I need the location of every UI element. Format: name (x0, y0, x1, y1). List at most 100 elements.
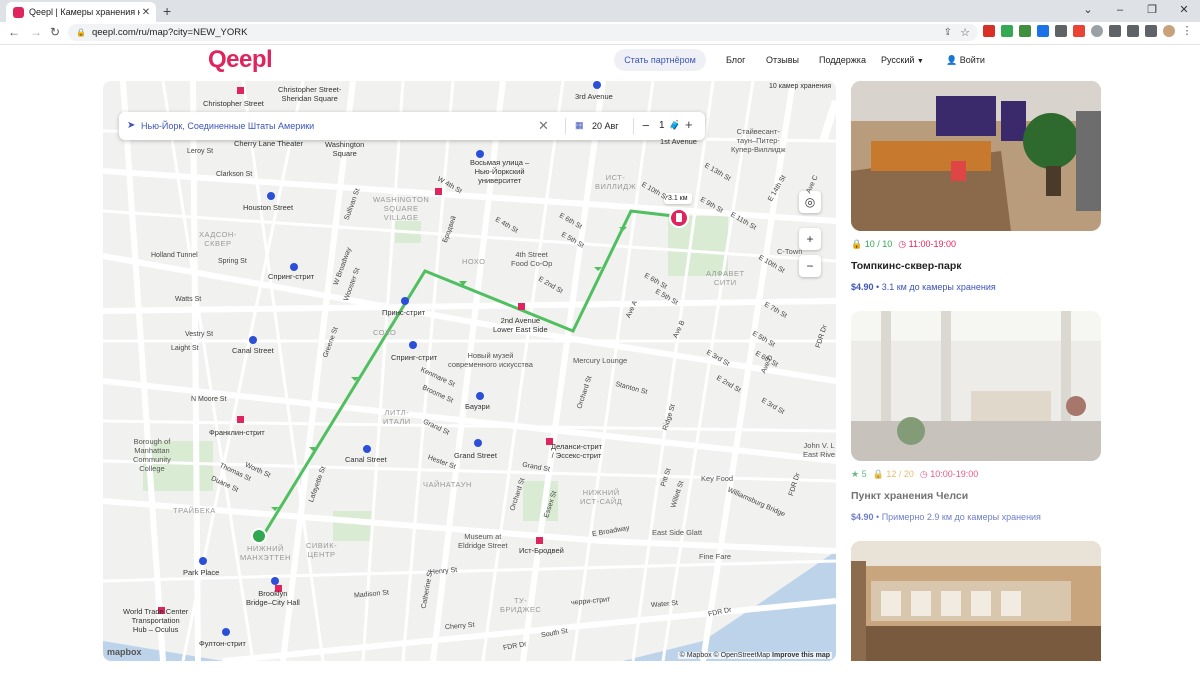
listing-card[interactable] (851, 541, 1101, 661)
become-partner-button[interactable]: Стать партнёром (614, 49, 706, 71)
map-label: АЛФАВЕТ СИТИ (706, 269, 745, 287)
map-label: Borough of Manhattan Community College (133, 437, 171, 473)
qeepl-favicon-icon (13, 6, 24, 18)
listing-photo[interactable] (851, 81, 1101, 231)
close-window-icon[interactable]: ✕ (1168, 0, 1200, 20)
date-picker[interactable]: 20 Авг (592, 121, 619, 131)
map-label: Принс-стрит (382, 308, 426, 317)
star-icon: ★ (851, 469, 860, 479)
crosshair-icon: ◎ (804, 195, 816, 209)
login-button[interactable]: 👤 Войти (946, 55, 985, 66)
decrease-bags-button[interactable]: − (642, 118, 650, 133)
listing-photo[interactable] (851, 311, 1101, 461)
map-label: World Trade Center Transportation Hub – … (123, 607, 189, 634)
map[interactable]: 10 камер хранения ➤ Нью-Йорк, Соединенны… (103, 81, 836, 661)
map-label: Christopher Street (203, 99, 264, 108)
browser-menu-icon[interactable]: ⋮ (1181, 25, 1193, 37)
map-label: Mercury Lounge (573, 356, 628, 365)
map-label: Houston Street (243, 203, 294, 212)
map-label: Canal Street (345, 455, 387, 464)
nav-blog-link[interactable]: Блог (726, 55, 745, 65)
extension-icon[interactable] (1055, 25, 1067, 37)
browser-tab[interactable]: Qeepl | Камеры хранения на карте ✕ (6, 2, 156, 22)
listing-card[interactable]: 🔒 10 / 10 ◷ 11:00-19:00 Томпкинс-сквер-п… (851, 81, 1101, 292)
back-icon[interactable]: ← (8, 25, 20, 39)
listing-price-line: $4.90 • Примерно 2.9 км до камеры хранен… (851, 512, 1101, 522)
reload-icon[interactable]: ↻ (50, 25, 60, 39)
map-label: Стайвесант- таун–Питер- Купер-Виллидж (731, 127, 786, 154)
locate-me-button[interactable]: ◎ (799, 191, 821, 213)
qeepl-logo[interactable]: Qeepl (208, 46, 273, 74)
map-label: Watts St (175, 296, 202, 303)
forward-icon[interactable]: → (30, 25, 42, 39)
map-label: Новый музей современного искусства (448, 351, 533, 369)
hours-text: 11:00-19:00 (908, 239, 957, 249)
map-scale-label: 10 камер хранения (769, 83, 831, 90)
listing-title[interactable]: Томпкинс-сквер-парк (851, 260, 1101, 272)
bag-icon: 🔒 (872, 469, 884, 479)
listing-photo[interactable] (851, 541, 1101, 661)
side-panel-icon[interactable] (1145, 25, 1157, 37)
extension-icon[interactable] (1037, 25, 1049, 37)
tab-close-icon[interactable]: ✕ (140, 7, 152, 18)
bookmark-star-icon[interactable]: ☆ (960, 26, 970, 39)
profile-avatar[interactable] (1163, 25, 1175, 37)
address-bar[interactable]: 🔒 qeepl.com/ru/map?city=NEW_YORK ⇪ ☆ (68, 24, 978, 41)
mapbox-logo[interactable]: mapbox (107, 647, 142, 657)
extension-icon[interactable] (1001, 25, 1013, 37)
nav-support-link[interactable]: Поддержка (819, 55, 866, 65)
map-label: Canal Street (232, 346, 274, 355)
share-icon[interactable]: ⇪ (944, 27, 952, 38)
clear-search-icon[interactable]: ✕ (538, 118, 549, 134)
language-selector[interactable]: Русский ▼ (881, 55, 924, 65)
map-label: ХАДСОН- СКВЕР (199, 230, 237, 248)
window-controls: ⌄ – ❐ ✕ (1072, 0, 1200, 20)
browser-toolbar: ← → ↻ 🔒 qeepl.com/ru/map?city=NEW_YORK ⇪… (0, 22, 1200, 45)
increase-bags-button[interactable]: + (685, 117, 693, 132)
map-label: ТУ- БРИДЖЕС (500, 596, 542, 614)
map-label: ЧАЙНАТАУН (423, 480, 472, 489)
map-attribution: © Mapbox © OpenStreetMap Improve this ma… (677, 652, 832, 659)
map-label: Спринг-стрит (391, 353, 438, 362)
map-label: Ист-Бродвей (519, 546, 564, 555)
storage-interior-image (851, 311, 1101, 461)
location-pin-icon: ➤ (127, 120, 136, 131)
user-icon: 👤 (946, 55, 958, 65)
rating-badge: 12 / 20 (886, 469, 914, 479)
gmail-extension-icon[interactable] (983, 25, 995, 37)
extensions-bar: ⋮ (983, 25, 1193, 37)
maximize-icon[interactable]: ❐ (1136, 0, 1168, 20)
address-input[interactable]: Нью-Йорк, Соединенные Штаты Америки (141, 121, 314, 131)
minimize-icon[interactable]: – (1104, 0, 1136, 20)
map-label: Grand Street (454, 451, 497, 460)
map-label: 1st Avenue (660, 137, 697, 146)
map-label: Key Food (701, 474, 734, 483)
chevron-down-icon[interactable]: ⌄ (1072, 0, 1104, 20)
extension-icon[interactable] (1073, 25, 1085, 37)
extension-icon[interactable] (1091, 25, 1103, 37)
map-label: СИВИК- ЦЕНТР (306, 541, 338, 559)
new-tab-button[interactable]: + (163, 3, 171, 19)
listing-hours: ◷ 10:00-19:00 (920, 469, 978, 480)
map-label: Fine Fare (699, 552, 732, 561)
listing-card[interactable]: ★ 5 🔒 12 / 20 ◷ 10:00-19:00 Пункт хранен… (851, 311, 1101, 522)
map-label: Спринг-стрит (268, 272, 315, 281)
attribution-text[interactable]: © Mapbox © OpenStreetMap (680, 652, 770, 659)
clock-icon: ◷ (898, 239, 907, 249)
map-label: John V. L East Rive (803, 441, 836, 459)
map-label: WASHINGTON SQUARE VILLAGE (373, 195, 430, 222)
improve-map-link[interactable]: Improve this map (772, 652, 830, 659)
rating-badge: 10 / 10 (864, 239, 893, 249)
reading-list-icon[interactable] (1127, 25, 1139, 37)
puzzle-extensions-icon[interactable] (1109, 25, 1121, 37)
zoom-out-button[interactable]: − (799, 255, 821, 277)
map-label: Clarkson St (216, 171, 253, 178)
map-label: Cherry Lane Theater (234, 139, 304, 148)
listing-stars: ★ 5 (851, 469, 867, 480)
nav-reviews-link[interactable]: Отзывы (766, 55, 799, 65)
browser-tabbar: Qeepl | Камеры хранения на карте ✕ + ⌄ –… (0, 0, 1200, 22)
bag-icon: 🔒 (851, 239, 863, 249)
listing-title[interactable]: Пункт хранения Челси (851, 490, 1101, 502)
listing-distance: • Примерно 2.9 км до камеры хранения (876, 512, 1041, 522)
extension-icon[interactable] (1019, 25, 1031, 37)
